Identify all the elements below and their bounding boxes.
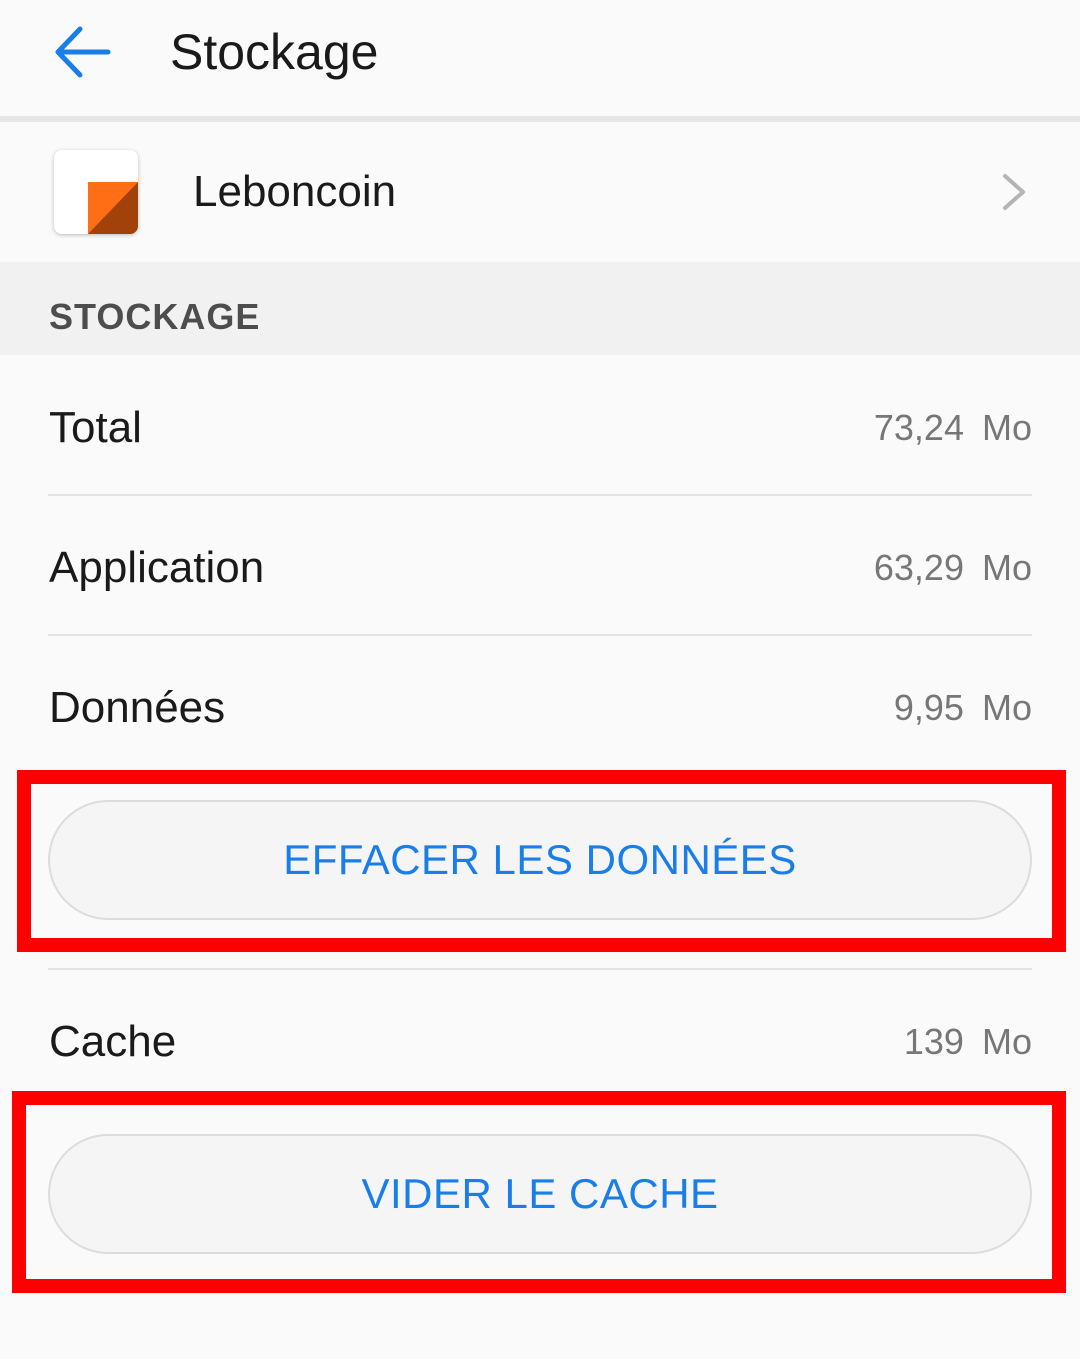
- application-row: Application 63,29 Mo: [0, 498, 1080, 638]
- divider: [48, 634, 1032, 636]
- total-unit: Mo: [981, 407, 1032, 448]
- app-info-row[interactable]: Leboncoin: [0, 122, 1080, 262]
- total-row: Total 73,24 Mo: [0, 358, 1080, 498]
- chevron-right-icon: [1003, 174, 1025, 210]
- donnees-label: Données: [49, 683, 226, 732]
- page-title: Stockage: [170, 24, 379, 80]
- clear-cache-button[interactable]: VIDER LE CACHE: [48, 1134, 1032, 1254]
- section-header-label: STOCKAGE: [49, 296, 261, 337]
- divider: [48, 494, 1032, 496]
- donnees-value: 9,95 Mo: [894, 638, 1032, 778]
- app-bar: Stockage: [0, 0, 1080, 116]
- application-amount: 63,29: [873, 547, 964, 588]
- section-header: STOCKAGE: [0, 262, 1080, 355]
- donnees-amount: 9,95: [893, 687, 964, 728]
- total-label: Total: [49, 403, 142, 452]
- application-value: 63,29 Mo: [874, 498, 1032, 638]
- application-label: Application: [49, 543, 265, 592]
- arrow-left-icon: [55, 26, 111, 78]
- application-unit: Mo: [981, 547, 1032, 588]
- cache-amount: 139: [903, 1021, 964, 1062]
- donnees-unit: Mo: [981, 687, 1032, 728]
- back-button[interactable]: [50, 22, 114, 82]
- cache-unit: Mo: [981, 1021, 1032, 1062]
- clear-data-button[interactable]: EFFACER LES DONNÉES: [48, 800, 1032, 920]
- leboncoin-app-icon: [54, 150, 138, 234]
- total-value: 73,24 Mo: [874, 358, 1032, 498]
- app-name: Leboncoin: [193, 167, 397, 216]
- total-amount: 73,24: [873, 407, 964, 448]
- donnees-row: Données 9,95 Mo: [0, 638, 1080, 778]
- divider: [48, 968, 1032, 970]
